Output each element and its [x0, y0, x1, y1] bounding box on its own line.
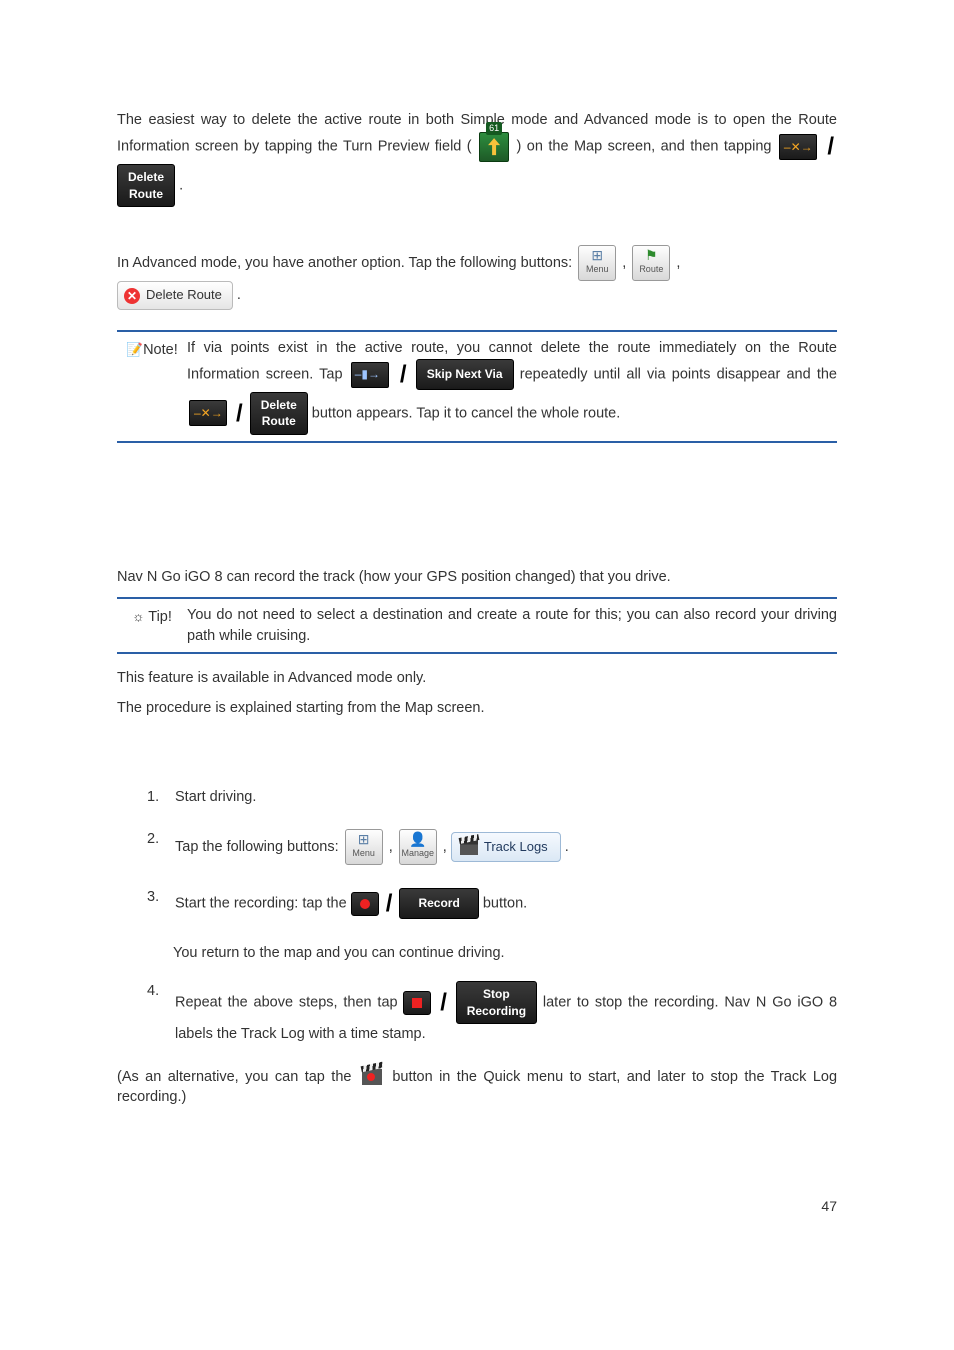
delete-route-paragraph-1: The easiest way to delete the active rou…	[117, 110, 837, 207]
text: (As an alternative, you can tap the	[117, 1069, 358, 1085]
text: repeatedly until all via points disappea…	[520, 367, 837, 383]
delete-route-pill: ✕ Delete Route	[117, 281, 233, 309]
pill-label: Track Logs	[484, 839, 548, 854]
menu-button-icon: ⊞ Menu	[578, 245, 616, 281]
text: ,	[622, 255, 630, 271]
menu-grid-icon: ⊞	[579, 246, 615, 264]
text: ,	[389, 839, 397, 855]
alternative-note: (As an alternative, you can tap the butt…	[117, 1067, 837, 1108]
route-label: Route	[633, 264, 669, 274]
manage-person-icon: 👤	[400, 830, 436, 848]
step-text: Tap the following buttons: ⊞ Menu , 👤 Ma…	[175, 829, 837, 865]
record-dot-icon	[351, 892, 379, 916]
page-number: 47	[117, 1197, 837, 1217]
text: .	[179, 178, 183, 194]
delete-route-chip: Delete Route	[117, 164, 175, 208]
slash-separator: /	[236, 397, 243, 431]
route-button-icon: ⚑ Route	[632, 245, 670, 281]
step-4: 4. Repeat the above steps, then tap / St…	[147, 981, 837, 1045]
step-number: 1.	[147, 787, 175, 807]
menu-button-icon: ⊞ Menu	[345, 829, 383, 865]
step-number: 3.	[147, 887, 175, 921]
slash-separator: /	[400, 358, 407, 392]
tip-box: ☼ Tip! You do not need to select a desti…	[117, 597, 837, 654]
pill-label: Delete Route	[146, 287, 222, 302]
turn-preview-icon	[479, 132, 509, 162]
chip-line1: Delete	[128, 170, 164, 184]
menu-label: Menu	[346, 848, 382, 858]
text: .	[565, 839, 569, 855]
stop-recording-chip: Stop Recording	[456, 981, 537, 1025]
chip-line1: Delete	[261, 398, 297, 412]
delete-route-paragraph-2: In Advanced mode, you have another optio…	[117, 245, 837, 309]
clapper-icon	[460, 840, 478, 855]
track-logs-pill: Track Logs	[451, 832, 561, 862]
menu-grid-icon: ⊞	[346, 830, 382, 848]
delete-arrow-icon	[189, 400, 227, 426]
manage-label: Manage	[400, 848, 436, 858]
chip-line2: Recording	[467, 1004, 526, 1018]
chip-line2: Route	[129, 187, 163, 201]
step-text: Start the recording: tap the / Record bu…	[175, 887, 837, 921]
text: ) on the Map screen, and then tapping	[517, 139, 777, 155]
step-3: 3. Start the recording: tap the / Record…	[147, 887, 837, 921]
slash-separator: /	[827, 130, 834, 164]
chip-line2: Route	[262, 414, 296, 428]
step-3-return: You return to the map and you can contin…	[173, 943, 837, 963]
text: button.	[483, 896, 527, 912]
slash-separator: /	[386, 887, 393, 921]
clapper-record-icon	[362, 1069, 382, 1085]
steps-list: 1. Start driving. 2. Tap the following b…	[147, 787, 837, 921]
tip-icon: ☼	[132, 609, 144, 624]
text: Start the recording: tap the	[175, 896, 351, 912]
availability-note: This feature is available in Advanced mo…	[117, 668, 837, 688]
note-body: If via points exist in the active route,…	[187, 338, 837, 435]
text: .	[237, 287, 241, 303]
route-flag-icon: ⚑	[633, 246, 669, 264]
tip-label-text: Tip!	[148, 609, 172, 625]
step-2: 2. Tap the following buttons: ⊞ Menu , 👤…	[147, 829, 837, 865]
record-intro: Nav N Go iGO 8 can record the track (how…	[117, 567, 837, 587]
note-icon: 📝	[126, 342, 143, 357]
slash-separator: /	[440, 986, 447, 1020]
step-text: Repeat the above steps, then tap / Stop …	[175, 981, 837, 1045]
note-label-text: Note!	[143, 342, 178, 358]
step-text: Start driving.	[175, 787, 837, 807]
text: Tap the following buttons:	[175, 839, 343, 855]
text: Repeat the above steps, then tap	[175, 994, 403, 1010]
x-circle-icon: ✕	[124, 288, 140, 304]
skip-next-via-chip: Skip Next Via	[416, 359, 514, 390]
note-box: 📝Note! If via points exist in the active…	[117, 330, 837, 443]
menu-label: Menu	[579, 264, 615, 274]
delete-route-chip: Delete Route	[250, 392, 308, 436]
steps-list-cont: 4. Repeat the above steps, then tap / St…	[147, 981, 837, 1045]
step-number: 4.	[147, 981, 175, 1045]
page-content: The easiest way to delete the active rou…	[117, 0, 837, 1257]
note-label: 📝Note!	[117, 338, 187, 435]
text: In Advanced mode, you have another optio…	[117, 255, 576, 271]
tip-body: You do not need to select a destination …	[187, 605, 837, 646]
manage-button-icon: 👤 Manage	[399, 829, 437, 865]
text: ,	[443, 839, 451, 855]
text: ,	[676, 255, 680, 271]
tip-label: ☼ Tip!	[117, 605, 187, 646]
chip-line1: Stop	[483, 987, 510, 1001]
step-1: 1. Start driving.	[147, 787, 837, 807]
step-number: 2.	[147, 829, 175, 865]
skip-via-icon	[351, 362, 389, 388]
stop-square-icon	[403, 991, 431, 1015]
delete-arrow-icon	[779, 134, 817, 160]
procedure-note: The procedure is explained starting from…	[117, 698, 837, 718]
record-chip: Record	[399, 888, 478, 919]
text: button appears. Tap it to cancel the who…	[312, 405, 620, 421]
